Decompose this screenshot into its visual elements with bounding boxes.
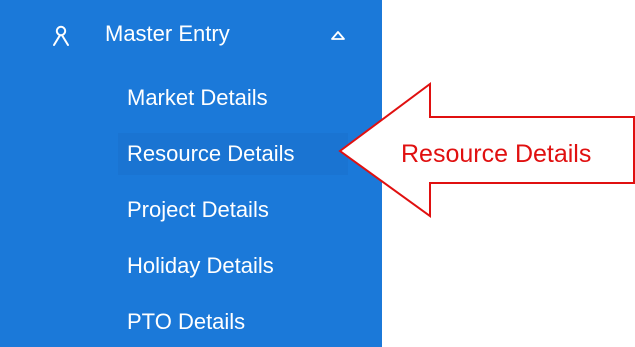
sidebar-item-holiday-details[interactable]: Holiday Details xyxy=(118,245,348,287)
sidebar-menu: Master Entry Market Details Resource Det… xyxy=(0,0,382,347)
sidebar-item-label: PTO Details xyxy=(127,309,246,334)
sidebar-item-label: Holiday Details xyxy=(127,253,274,278)
sidebar-item-resource-details[interactable]: Resource Details xyxy=(118,133,348,175)
person-icon xyxy=(53,25,69,46)
master-entry-label: Master Entry xyxy=(105,21,230,46)
sidebar-item-project-details[interactable]: Project Details xyxy=(118,189,348,231)
annotation-label: Resource Details xyxy=(401,140,592,168)
sidebar-item-label: Project Details xyxy=(127,197,269,222)
screenshot-canvas: Master Entry Market Details Resource Det… xyxy=(0,0,635,347)
master-entry-menu-header[interactable]: Master Entry xyxy=(0,8,382,60)
sidebar-item-pto-details[interactable]: PTO Details xyxy=(118,301,348,343)
sidebar-item-label: Resource Details xyxy=(127,141,295,166)
sidebar-item-market-details[interactable]: Market Details xyxy=(118,77,348,119)
sidebar-item-label: Market Details xyxy=(127,85,268,110)
chevron-up-icon[interactable] xyxy=(330,29,346,41)
